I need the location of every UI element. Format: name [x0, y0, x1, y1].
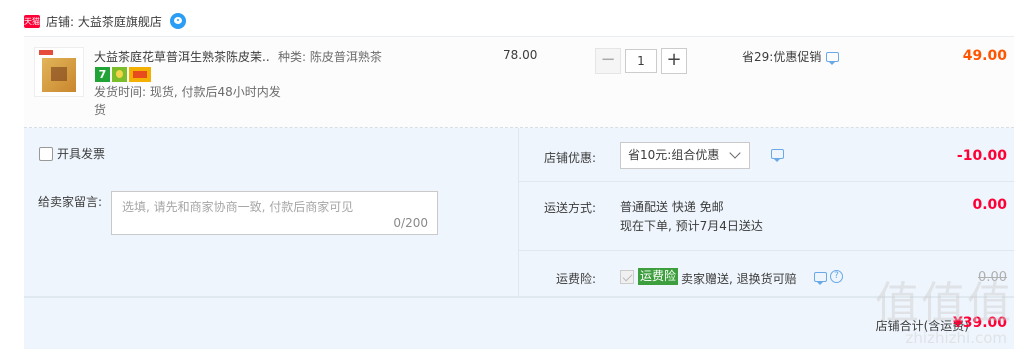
- card-pay-icon[interactable]: [129, 67, 151, 82]
- watermark-url: zhizhizhi.com: [905, 329, 1007, 347]
- order-options-left: 开具发票 给卖家留言: 选填, 请先和商家协商一致, 付款后商家可见 0/200: [24, 128, 517, 297]
- product-title-link[interactable]: 大益茶庭花草普洱生熟茶陈皮茉...: [94, 48, 269, 65]
- insurance-icons: ?: [809, 270, 843, 285]
- divider: [519, 250, 1014, 251]
- quantity-increase-button[interactable]: +: [661, 48, 687, 74]
- seller-message-count: 0/200: [393, 216, 428, 230]
- shop-header: 天猫 店铺: 大益茶庭旗舰店: [24, 11, 186, 31]
- quantity-stepper: − 1 +: [595, 48, 687, 74]
- ship-time-text: 发货时间: 现货, 付款后48小时内发货: [94, 85, 281, 117]
- promo-saving-text: 省29:优惠促销: [742, 50, 822, 64]
- promo-info-icon[interactable]: [826, 51, 840, 65]
- shipping-eta: 现在下单, 预计7月4日送达: [620, 219, 763, 233]
- insurance-text: 卖家赠送, 退换货可赔: [681, 272, 797, 286]
- insurance-info-icon[interactable]: [814, 271, 827, 285]
- watermark-logo: 值值值 zhizhizhi.com: [867, 267, 1017, 347]
- invoice-option[interactable]: 开具发票: [39, 145, 105, 162]
- shipping-method: 普通配送 快递 免邮: [620, 200, 724, 214]
- seller-message-input[interactable]: 选填, 请先和商家协商一致, 付款后商家可见 0/200: [111, 191, 438, 235]
- product-sku: 种类: 陈皮普洱熟茶: [278, 50, 382, 64]
- watermark-chars: 值值值: [875, 278, 1013, 329]
- shop-discount-label: 店铺优惠:: [544, 151, 597, 165]
- shop-total-row: 店铺合计(含运费) ¥39.00: [24, 297, 1014, 349]
- tmall-badge: 天猫: [24, 14, 40, 28]
- shipping-amount: 0.00: [972, 197, 1007, 213]
- quantity-input[interactable]: 1: [625, 49, 657, 73]
- shop-discount-amount: -10.00: [956, 148, 1007, 164]
- product-thumbnail[interactable]: [34, 47, 84, 97]
- shipping-info: 普通配送 快递 免邮 现在下单, 预计7月4日送达: [620, 198, 763, 236]
- service-icons: 7: [95, 67, 153, 82]
- divider: [519, 181, 1014, 182]
- discount-info-icon[interactable]: [771, 149, 784, 162]
- promo-saving: 省29:优惠促销: [742, 48, 840, 65]
- seller-message-label: 给卖家留言:: [38, 195, 103, 209]
- chevron-down-icon: [729, 147, 741, 159]
- help-icon[interactable]: ?: [830, 270, 843, 283]
- shop-name-link[interactable]: 店铺: 大益茶庭旗舰店: [46, 13, 162, 30]
- 7-day-return-icon[interactable]: 7: [95, 67, 110, 82]
- wangwang-chat-icon[interactable]: [169, 13, 186, 29]
- guarantee-icon[interactable]: [112, 67, 127, 82]
- seller-message-placeholder: 选填, 请先和商家协商一致, 付款后商家可见: [122, 200, 354, 214]
- invoice-label: 开具发票: [57, 147, 106, 161]
- insurance-tag: 运费险: [638, 268, 679, 285]
- unit-price: 78.00: [503, 48, 538, 62]
- shop-discount-select[interactable]: 省10元:组合优惠: [620, 142, 750, 169]
- shop-discount-selected: 省10元:组合优惠: [628, 148, 720, 162]
- shipping-label: 运送方式:: [544, 201, 597, 215]
- order-options: 开具发票 给卖家留言: 选填, 请先和商家协商一致, 付款后商家可见 0/200…: [24, 128, 1014, 297]
- quantity-decrease-button[interactable]: −: [595, 48, 621, 74]
- insurance-label: 运费险:: [556, 272, 597, 286]
- insurance-checkbox[interactable]: [620, 270, 634, 284]
- cart-item-row: 大益茶庭花草普洱生熟茶陈皮茉... 种类: 陈皮普洱熟茶 7 发货时间: 现货,…: [24, 36, 1014, 128]
- item-total-price: 49.00: [962, 48, 1007, 64]
- invoice-checkbox[interactable]: [39, 146, 53, 161]
